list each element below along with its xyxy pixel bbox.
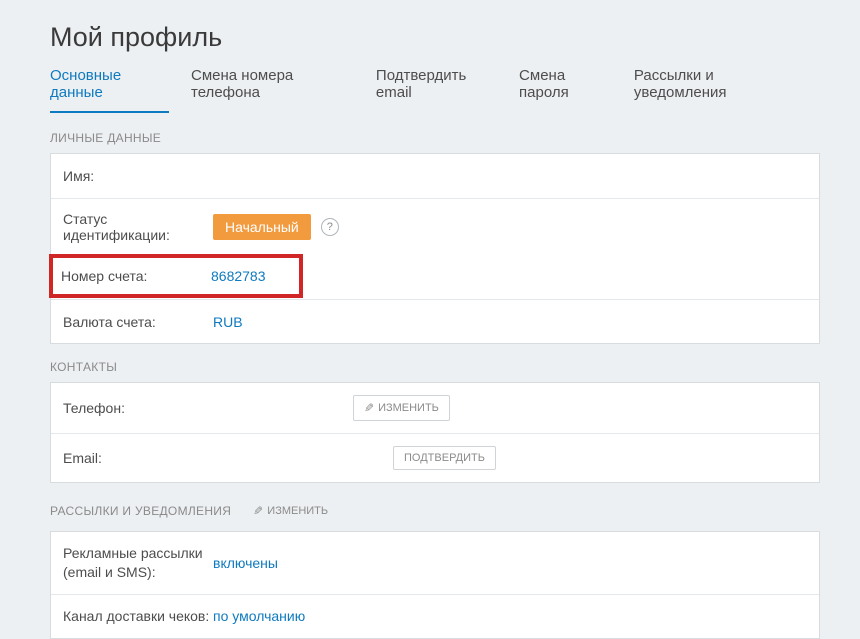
phone-btn-wrap: ИЗМЕНИТЬ — [353, 395, 450, 421]
tab-change-phone[interactable]: Смена номера телефона — [191, 67, 354, 113]
ad-label: Рекламные рассылки (email и SMS): — [63, 544, 213, 582]
section-header-personal: ЛИЧНЫЕ ДАННЫЕ — [50, 131, 820, 145]
account-label: Номер счета: — [61, 268, 211, 284]
tab-confirm-email[interactable]: Подтвердить email — [376, 67, 497, 113]
profile-page: Мой профиль Основные данные Смена номера… — [0, 0, 860, 639]
pencil-icon — [364, 401, 374, 415]
name-label: Имя: — [63, 168, 213, 184]
account-highlight-box: Номер счета: 8682783 — [49, 254, 303, 298]
help-icon[interactable]: ? — [321, 218, 339, 236]
currency-label: Валюта счета: — [63, 314, 213, 330]
section-notifications: РАССЫЛКИ И УВЕДОМЛЕНИЯ ИЗМЕНИТЬ Рекламны… — [50, 499, 820, 639]
page-title: Мой профиль — [50, 22, 820, 53]
phone-label: Телефон: — [63, 400, 233, 416]
pencil-icon — [253, 504, 263, 518]
email-btn-wrap: ПОДТВЕРДИТЬ — [393, 446, 496, 470]
email-label: Email: — [63, 450, 233, 466]
change-phone-button[interactable]: ИЗМЕНИТЬ — [353, 395, 450, 421]
section-header-contacts: КОНТАКТЫ — [50, 360, 820, 374]
account-value: 8682783 — [211, 268, 266, 284]
receipt-label: Канал доставки чеков: — [63, 608, 213, 624]
ad-value: включены — [213, 555, 278, 571]
status-label: Статус идентификации: — [63, 211, 213, 243]
row-name: Имя: — [51, 154, 819, 198]
notifications-header-text: РАССЫЛКИ И УВЕДОМЛЕНИЯ — [50, 504, 231, 518]
tab-main-data[interactable]: Основные данные — [50, 67, 169, 113]
row-email: Email: ПОДТВЕРДИТЬ — [51, 433, 819, 482]
currency-value: RUB — [213, 314, 243, 330]
ad-label-line2: (email и SMS): — [63, 564, 156, 580]
section-personal: ЛИЧНЫЕ ДАННЫЕ Имя: Статус идентификации:… — [50, 131, 820, 344]
tabs-bar: Основные данные Смена номера телефона По… — [50, 67, 820, 113]
tab-notifications[interactable]: Рассылки и уведомления — [634, 67, 798, 113]
edit-notifications-button[interactable]: ИЗМЕНИТЬ — [243, 499, 338, 523]
confirm-email-button[interactable]: ПОДТВЕРДИТЬ — [393, 446, 496, 470]
section-contacts: КОНТАКТЫ Телефон: ИЗМЕНИТЬ Email: ПОДТВЕ… — [50, 360, 820, 483]
tab-change-password[interactable]: Смена пароля — [519, 67, 612, 113]
status-badge: Начальный — [213, 214, 311, 240]
ad-label-line1: Рекламные рассылки — [63, 545, 203, 561]
personal-panel: Имя: Статус идентификации: Начальный ? Н… — [50, 153, 820, 344]
section-header-notifications: РАССЫЛКИ И УВЕДОМЛЕНИЯ ИЗМЕНИТЬ — [50, 499, 820, 523]
row-receipt: Канал доставки чеков: по умолчанию — [51, 594, 819, 638]
row-phone: Телефон: ИЗМЕНИТЬ — [51, 383, 819, 433]
notifications-panel: Рекламные рассылки (email и SMS): включе… — [50, 531, 820, 639]
edit-notifications-label: ИЗМЕНИТЬ — [267, 505, 328, 517]
row-ad: Рекламные рассылки (email и SMS): включе… — [51, 532, 819, 594]
contacts-panel: Телефон: ИЗМЕНИТЬ Email: ПОДТВЕРДИТЬ — [50, 382, 820, 483]
receipt-value: по умолчанию — [213, 608, 305, 624]
row-status: Статус идентификации: Начальный ? — [51, 198, 819, 255]
change-phone-label: ИЗМЕНИТЬ — [378, 402, 439, 414]
row-currency: Валюта счета: RUB — [51, 299, 819, 343]
row-account: Номер счета: 8682783 — [51, 255, 819, 299]
